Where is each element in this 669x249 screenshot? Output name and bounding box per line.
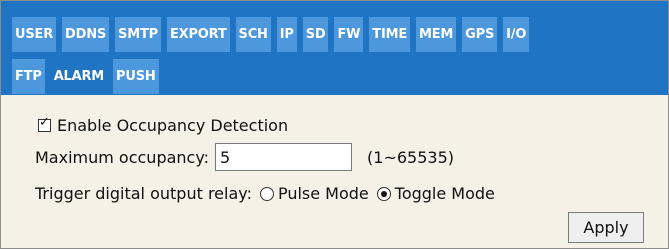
- tab-mem[interactable]: MEM: [416, 17, 457, 52]
- tab-fw[interactable]: FW: [334, 17, 364, 52]
- tab-alarm[interactable]: ALARM: [50, 59, 108, 94]
- max-occupancy-label: Maximum occupancy:: [35, 147, 210, 167]
- max-occupancy-range: (1~65535): [367, 147, 455, 167]
- tab-row-2: FTP ALARM PUSH: [12, 59, 159, 94]
- apply-button[interactable]: Apply: [568, 212, 644, 243]
- tab-time[interactable]: TIME: [369, 17, 411, 52]
- tab-sch[interactable]: SCH: [235, 17, 271, 52]
- tab-gps[interactable]: GPS: [462, 17, 498, 52]
- toggle-mode-radio[interactable]: [376, 186, 391, 201]
- tab-ddns[interactable]: DDNS: [62, 17, 110, 52]
- tab-bar: USER DDNS SMTP EXPORT SCH IP SD FW TIME …: [1, 1, 668, 95]
- max-occupancy-input[interactable]: [215, 143, 353, 171]
- tab-ftp[interactable]: FTP: [12, 59, 45, 94]
- tab-user[interactable]: USER: [12, 17, 57, 52]
- toggle-mode-label: Toggle Mode: [394, 184, 495, 203]
- tab-ip[interactable]: IP: [276, 17, 297, 52]
- alarm-settings-content: ✓ Enable Occupancy Detection Maximum occ…: [1, 95, 668, 248]
- enable-occupancy-checkbox[interactable]: ✓: [38, 115, 51, 132]
- checkmark-icon: ✓: [39, 115, 50, 130]
- tab-row-1: USER DDNS SMTP EXPORT SCH IP SD FW TIME …: [12, 17, 530, 52]
- settings-panel: USER DDNS SMTP EXPORT SCH IP SD FW TIME …: [0, 0, 669, 249]
- pulse-mode-label: Pulse Mode: [277, 184, 369, 203]
- trigger-relay-label: Trigger digital output relay:: [35, 184, 252, 203]
- tab-push[interactable]: PUSH: [113, 59, 159, 94]
- enable-occupancy-label: Enable Occupancy Detection: [57, 116, 289, 135]
- tab-io[interactable]: I/O: [503, 17, 530, 52]
- pulse-mode-radio[interactable]: [259, 186, 274, 201]
- max-occupancy-row: Maximum occupancy: (1~65535): [35, 143, 454, 171]
- trigger-relay-row: Trigger digital output relay: Pulse Mode…: [35, 184, 495, 203]
- tab-export[interactable]: EXPORT: [166, 17, 230, 52]
- tab-smtp[interactable]: SMTP: [115, 17, 161, 52]
- tab-sd[interactable]: SD: [302, 17, 329, 52]
- enable-occupancy-row: ✓ Enable Occupancy Detection: [38, 116, 288, 135]
